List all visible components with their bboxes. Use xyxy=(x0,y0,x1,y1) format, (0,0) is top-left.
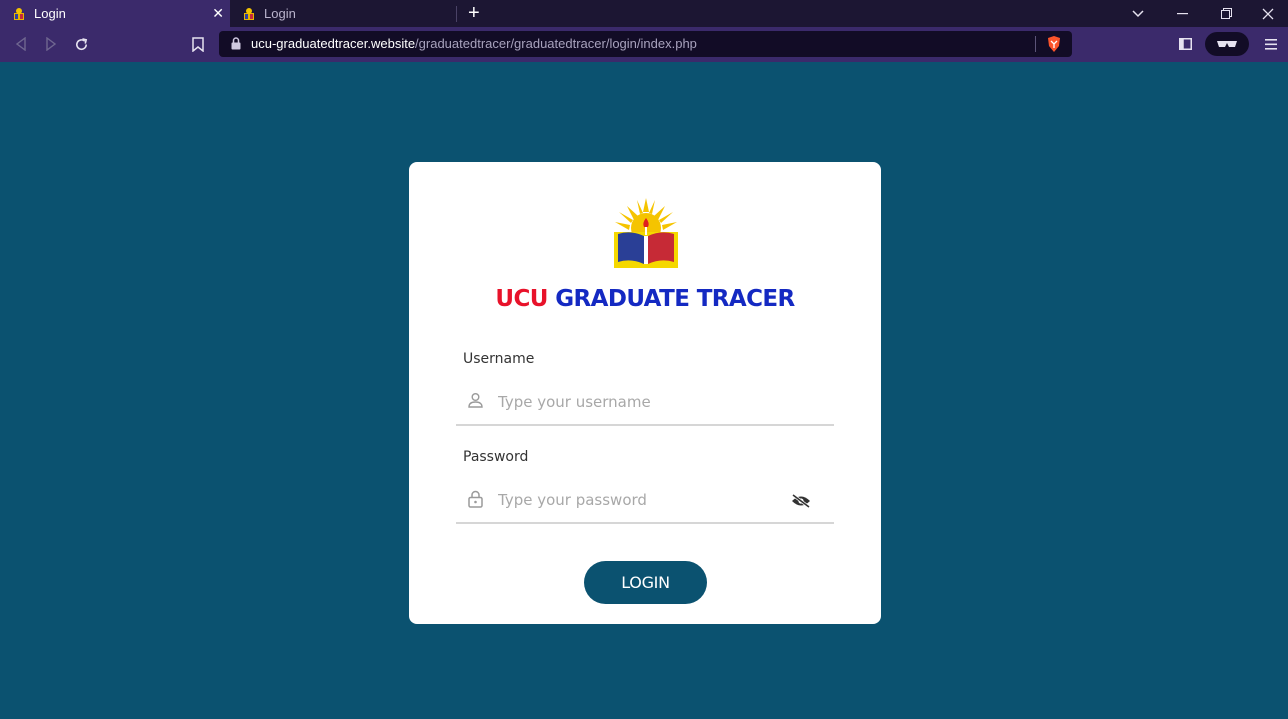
password-input[interactable] xyxy=(496,486,780,514)
url-divider xyxy=(1035,36,1036,52)
username-field xyxy=(456,380,834,426)
password-field xyxy=(456,478,834,524)
password-label: Password xyxy=(463,449,529,465)
brave-shield-icon[interactable] xyxy=(1046,35,1062,53)
sidebar-toggle-icon[interactable] xyxy=(1176,35,1194,53)
browser-toolbar: ucu-graduatedtracer.website/graduatedtra… xyxy=(0,27,1288,62)
restore-window-icon[interactable] xyxy=(1204,0,1248,27)
tab-search-chevron-down-icon[interactable] xyxy=(1116,0,1160,27)
url-host: ucu-graduatedtracer.website xyxy=(251,36,416,51)
new-tab-button[interactable]: + xyxy=(468,2,480,25)
close-window-icon[interactable] xyxy=(1246,0,1288,27)
eye-slash-icon[interactable] xyxy=(791,494,811,508)
user-icon xyxy=(468,393,483,408)
reload-icon[interactable] xyxy=(72,35,90,53)
lock-icon xyxy=(231,37,241,50)
forward-arrow-icon[interactable] xyxy=(42,35,60,53)
site-favicon-icon xyxy=(244,7,254,20)
back-arrow-icon[interactable] xyxy=(12,35,30,53)
close-tab-icon[interactable]: ✕ xyxy=(212,5,224,22)
brand-graduate-tracer: GRADUATE TRACER xyxy=(555,286,795,312)
browser-tab-bar: Login ✕ Login + xyxy=(0,0,1288,27)
tab-title: Login xyxy=(34,6,66,21)
username-label: Username xyxy=(463,351,535,367)
minimize-window-icon[interactable] xyxy=(1160,0,1204,27)
brand-ucu: UCU xyxy=(495,286,548,312)
login-button[interactable]: LOGIN xyxy=(584,561,707,604)
login-card: UCU GRADUATE TRACER Username Password LO… xyxy=(409,162,881,624)
brand-title: UCU GRADUATE TRACER xyxy=(409,286,881,312)
address-bar[interactable]: ucu-graduatedtracer.website/graduatedtra… xyxy=(219,31,1072,57)
url-path: /graduatedtracer/graduatedtracer/login/i… xyxy=(415,36,697,51)
lock-icon xyxy=(468,490,483,508)
username-input[interactable] xyxy=(496,388,780,416)
tab-title: Login xyxy=(264,6,296,21)
tab-divider xyxy=(456,6,457,22)
speedreader-glasses-icon[interactable] xyxy=(1205,32,1249,56)
ucu-logo-icon xyxy=(614,198,678,268)
site-favicon-icon xyxy=(14,7,24,20)
tab-login-active[interactable]: Login ✕ xyxy=(0,0,230,27)
menu-hamburger-icon[interactable] xyxy=(1262,35,1280,53)
url-text: ucu-graduatedtracer.website/graduatedtra… xyxy=(251,36,697,51)
bookmark-icon[interactable] xyxy=(189,35,207,53)
tab-login-inactive[interactable]: Login xyxy=(230,0,456,27)
